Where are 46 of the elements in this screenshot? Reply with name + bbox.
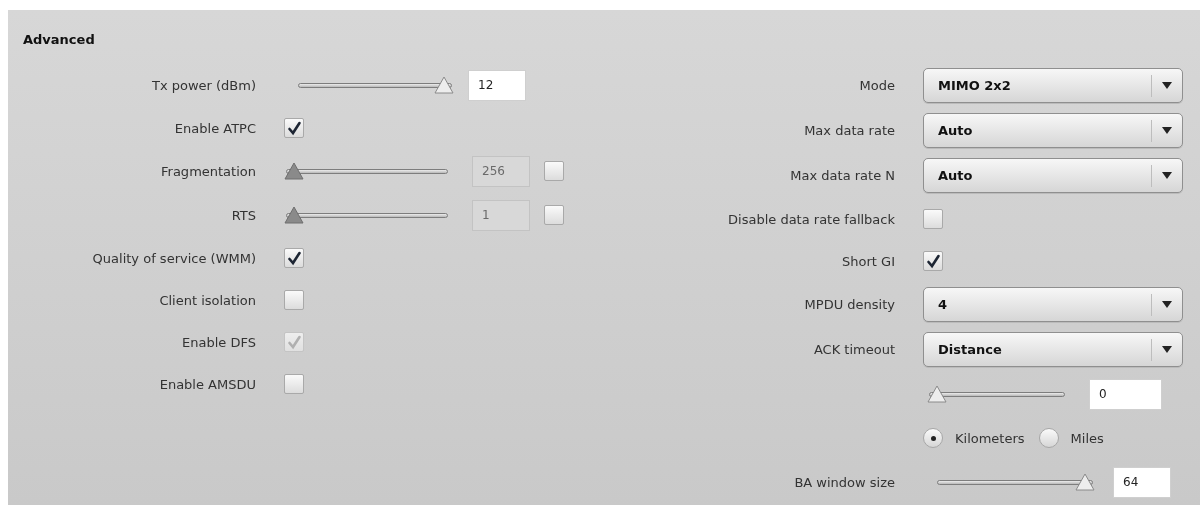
field-label: RTS — [231, 207, 256, 223]
field-label: Quality of service (WMM) — [92, 250, 256, 266]
field-label: Fragmentation — [161, 163, 256, 179]
field-label: BA window size — [794, 474, 895, 490]
field-label: Disable data rate fallback — [728, 211, 895, 227]
checkbox[interactable] — [284, 290, 304, 310]
slider-thumb[interactable] — [434, 76, 454, 94]
field-label: Tx power (dBm) — [151, 77, 256, 93]
checkbox[interactable] — [284, 248, 304, 268]
checkbox[interactable] — [284, 118, 304, 138]
caret-icon — [1162, 172, 1172, 179]
caret-icon — [1162, 82, 1172, 89]
slider[interactable] — [927, 384, 1067, 404]
field-label: Enable AMSDU — [159, 376, 256, 392]
value-field[interactable]: 64 — [1113, 466, 1171, 498]
field-label: ACK timeout — [813, 342, 895, 357]
caret-icon — [1162, 127, 1172, 134]
field-label: Mode — [859, 78, 895, 93]
caret-icon — [1162, 346, 1172, 353]
checkbox[interactable] — [923, 251, 943, 271]
slider[interactable] — [935, 472, 1095, 492]
dropdown[interactable]: MIMO 2x2 — [923, 68, 1183, 103]
checkbox[interactable] — [284, 374, 304, 394]
checkbox[interactable] — [923, 209, 943, 229]
value-field[interactable]: 12 — [468, 69, 526, 101]
slider[interactable] — [284, 205, 450, 225]
dropdown[interactable]: 4 — [923, 287, 1183, 322]
dropdown[interactable]: Distance — [923, 332, 1183, 367]
value-field[interactable]: 0 — [1089, 378, 1162, 410]
field-label: MPDU density — [804, 297, 895, 312]
slider-thumb[interactable] — [927, 385, 947, 403]
field-label: Client isolation — [159, 292, 256, 308]
caret-icon — [1162, 301, 1172, 308]
radio-button[interactable]: Kilometers — [923, 428, 1025, 448]
field-label: Max data rate — [804, 123, 895, 138]
section-title: Advanced — [22, 31, 96, 49]
field-label: Enable DFS — [182, 334, 256, 350]
field-label: Enable ATPC — [174, 120, 256, 136]
dropdown[interactable]: Auto — [923, 158, 1183, 193]
slider-thumb[interactable] — [1075, 473, 1095, 491]
field-label: Max data rate N — [790, 168, 895, 183]
slider[interactable] — [296, 75, 454, 95]
field-label: Short GI — [842, 253, 895, 269]
slider[interactable] — [284, 161, 450, 181]
radio-button[interactable]: Miles — [1038, 428, 1104, 448]
dropdown[interactable]: Auto — [923, 113, 1183, 148]
